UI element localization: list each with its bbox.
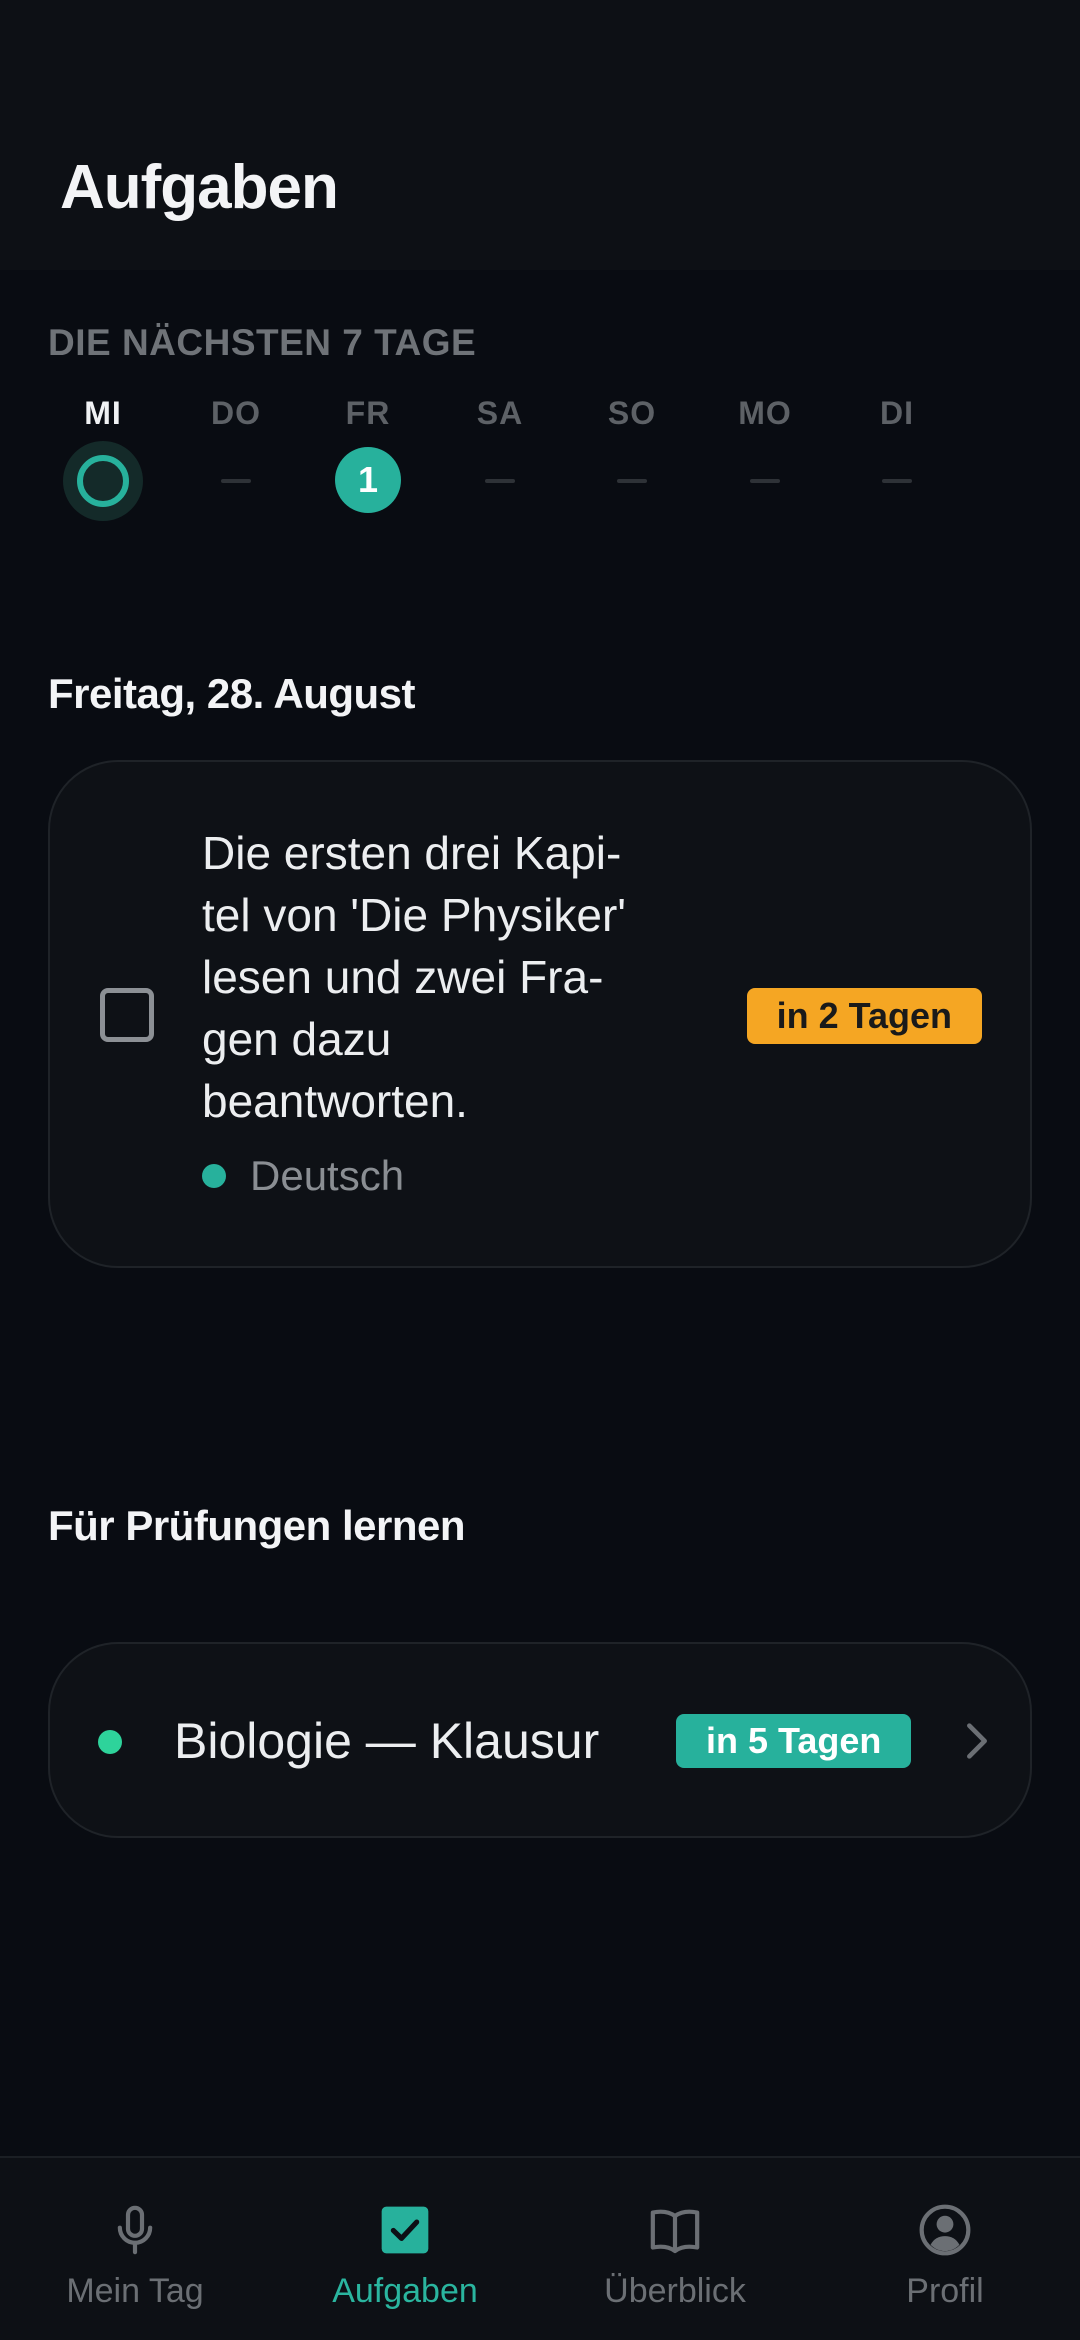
nav-ueberblick[interactable]: Überblick [540,2158,810,2340]
day-fr[interactable]: FR 1 [313,395,423,513]
day-name: MO [738,395,792,431]
nav-label: Überblick [604,2272,746,2310]
task-count-badge: 1 [335,447,401,513]
day-so[interactable]: SO [577,395,687,483]
book-icon [650,2209,700,2254]
page-title: Aufgaben [60,153,339,222]
nav-label: Mein Tag [66,2272,204,2310]
exam-title: Biologie — Klausur [174,1713,600,1769]
checkbox-icon [381,2206,429,2254]
chevron-right-icon [967,1723,987,1759]
day-sa[interactable]: SA [445,395,555,483]
task-text: Die ersten drei Kapi-tel von 'Die Physik… [202,827,627,1127]
empty-day-dash [485,479,515,483]
nav-profil[interactable]: Profil [810,2158,1080,2340]
day-name: SO [607,395,657,431]
task-checkbox[interactable] [100,988,154,1042]
nav-mein-tag[interactable]: Mein Tag [0,2158,270,2340]
profile-icon [919,2204,971,2256]
exam-subject-dot-icon [98,1730,122,1754]
bottom-navigation: Mein Tag Aufgaben Überblick Profil [0,2156,1080,2340]
task-subject: Deutsch [202,1152,404,1200]
week-day-strip: MI DO FR 1 SA SO MO DI [48,395,1028,525]
nav-label: Profil [906,2272,984,2310]
exam-card[interactable]: Biologie — Klausur in 5 Tagen [48,1642,1032,1838]
task-card[interactable]: Die ersten drei Kapi-tel von 'Die Physik… [48,760,1032,1268]
nav-label: Aufgaben [332,2272,478,2310]
subject-dot-icon [202,1164,226,1188]
subject-label: Deutsch [250,1152,405,1199]
nav-aufgaben[interactable]: Aufgaben [270,2158,540,2340]
exam-section-heading: Für Prüfungen lernen [48,1502,466,1549]
day-name: FR [345,395,391,431]
day-name: DI [880,395,914,431]
empty-day-dash [617,479,647,483]
day-do[interactable]: DO [181,395,291,483]
today-ring-icon [63,441,143,521]
week-section-label: DIE NÄCHSTEN 7 TAGE [48,322,477,363]
empty-day-dash [750,479,780,483]
day-mi[interactable]: MI [48,395,158,521]
day-name: MI [84,395,122,431]
day-name: SA [476,395,524,431]
due-badge: in 2 Tagen [746,988,982,1044]
empty-day-dash [882,479,912,483]
top-app-bar: Aufgaben [0,0,1080,270]
day-name: DO [211,395,261,431]
date-heading: Freitag, 28. August [48,670,416,717]
exam-due-badge: in 5 Tagen [676,1714,912,1768]
day-mo[interactable]: MO [710,395,820,483]
day-di[interactable]: DI [842,395,952,483]
empty-day-dash [221,479,251,483]
microphone-icon [117,2205,153,2255]
